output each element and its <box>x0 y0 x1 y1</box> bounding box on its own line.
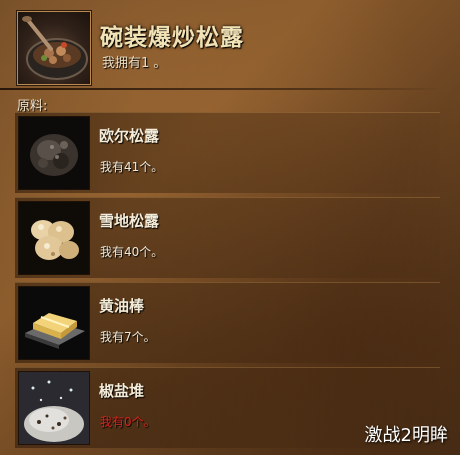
pile-of-salt-and-pepper-icon <box>18 371 90 445</box>
ingredient-row[interactable]: 欧尔松露 我有41个。 <box>15 112 440 193</box>
stick-of-butter-icon <box>18 286 90 360</box>
sauteed-truffle-bowl-icon <box>16 10 92 86</box>
ingredient-name: 雪地松露 <box>99 212 160 230</box>
ingredient-row[interactable]: 黄油棒 我有7个。 <box>15 282 440 363</box>
ingredient-name: 黄油棒 <box>99 297 145 315</box>
watermark: 激战2明眸 <box>364 425 448 446</box>
ingredient-name: 欧尔松露 <box>99 127 160 145</box>
ingredient-count: 我有40个。 <box>100 245 164 259</box>
ingredient-count: 我有7个。 <box>100 330 156 344</box>
orr-truffle-icon <box>18 116 90 190</box>
recipe-tooltip-panel: 碗装爆炒松露 我拥有1 。 原料: 欧尔松露 我有41个。 雪地松露 我有40个… <box>0 0 460 455</box>
header-divider <box>0 88 444 90</box>
recipe-owned-count: 我拥有1 。 <box>102 56 167 71</box>
ingredient-count-insufficient: 我有0个。 <box>100 415 156 429</box>
ingredient-row[interactable]: 雪地松露 我有40个。 <box>15 197 440 278</box>
recipe-title: 碗装爆炒松露 <box>100 24 244 51</box>
recipe-header: 碗装爆炒松露 我拥有1 。 <box>16 10 446 86</box>
ingredient-name: 椒盐堆 <box>99 382 145 400</box>
snow-truffle-icon <box>18 201 90 275</box>
ingredient-count: 我有41个。 <box>100 160 164 174</box>
